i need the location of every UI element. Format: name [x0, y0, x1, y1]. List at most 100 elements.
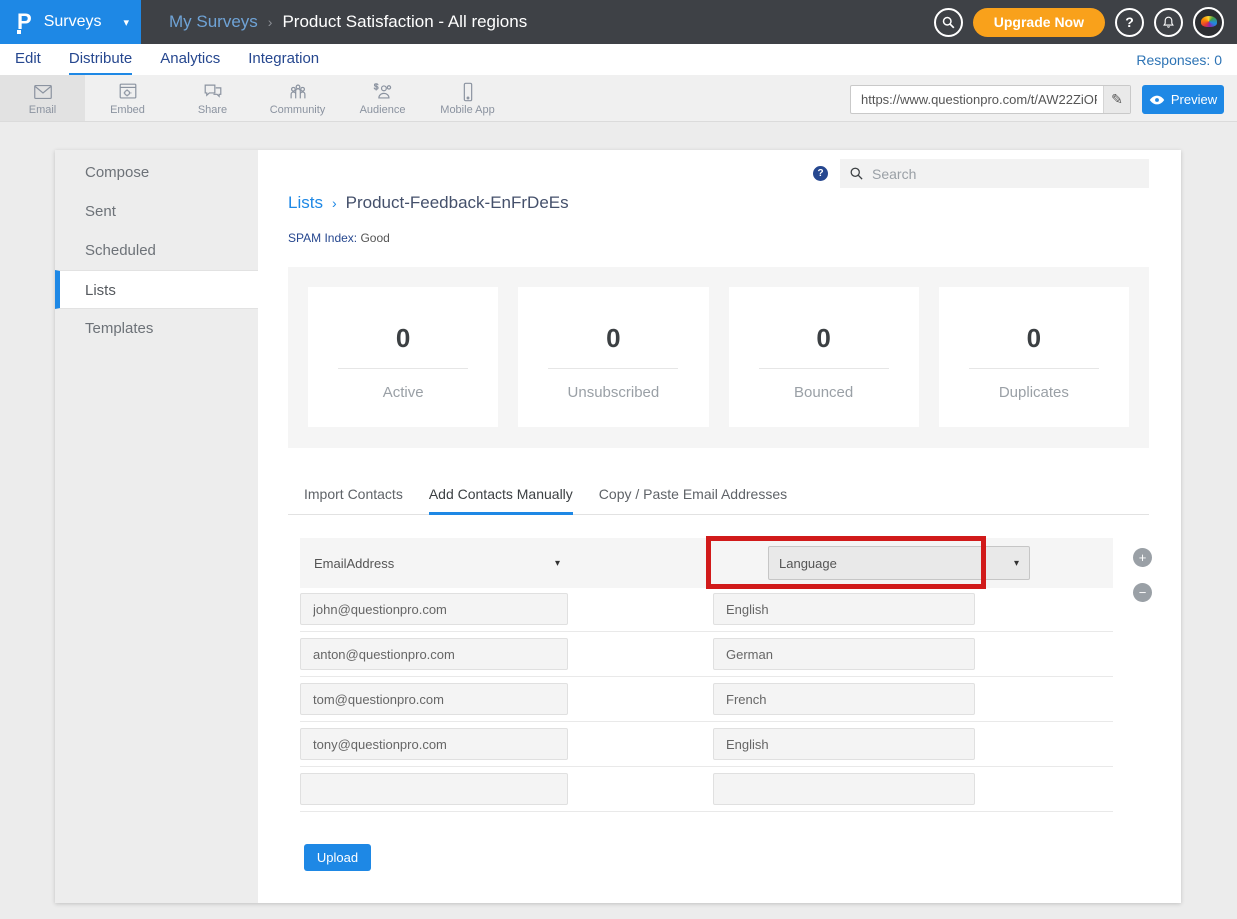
email-column-value: EmailAddress [314, 556, 394, 571]
email-input[interactable] [300, 683, 568, 715]
channel-label: Community [270, 104, 326, 116]
questionpro-app: P Surveys ▾ My Surveys › Product Satisfa… [0, 0, 1237, 919]
product-menu-label: Surveys [44, 13, 102, 31]
list-search [840, 159, 1149, 188]
email-input[interactable] [300, 593, 568, 625]
sidebar-item-compose[interactable]: Compose [55, 153, 258, 192]
chevron-down-icon: ▾ [555, 558, 560, 569]
divider [759, 368, 889, 369]
questionpro-logo-icon: P [17, 11, 32, 33]
spam-index-value: Good [357, 231, 390, 245]
bell-icon [1161, 15, 1176, 30]
embed-icon [116, 81, 140, 103]
stat-label: Unsubscribed [568, 384, 660, 401]
sidebar-item-templates[interactable]: Templates [55, 309, 258, 348]
tab-distribute[interactable]: Distribute [69, 44, 132, 75]
remove-row-button[interactable]: − [1133, 583, 1152, 602]
question-icon: ? [817, 168, 823, 179]
channel-label: Mobile App [440, 104, 494, 116]
stat-value: 0 [606, 323, 620, 354]
notifications-button[interactable] [1154, 8, 1183, 37]
tab-integration[interactable]: Integration [248, 44, 319, 75]
question-icon: ? [1125, 14, 1134, 30]
contact-row [300, 587, 1113, 632]
stat-value: 0 [816, 323, 830, 354]
channel-community[interactable]: Community [255, 75, 340, 121]
email-input[interactable] [300, 773, 568, 805]
channel-mobile-app[interactable]: Mobile App [425, 75, 510, 121]
chat-bubbles-icon [201, 81, 225, 103]
breadcrumb-lists-link[interactable]: Lists [288, 193, 323, 213]
preview-button[interactable]: Preview [1142, 85, 1224, 114]
survey-url-input[interactable] [851, 92, 1103, 107]
sidebar-item-scheduled[interactable]: Scheduled [55, 231, 258, 270]
eye-icon [1149, 94, 1165, 106]
edit-url-button[interactable]: ✎ [1103, 86, 1130, 113]
channel-share[interactable]: Share [170, 75, 255, 121]
search-icon [849, 166, 864, 181]
tab-analytics[interactable]: Analytics [160, 44, 220, 75]
chevron-right-icon: › [332, 195, 337, 211]
language-input[interactable] [713, 773, 975, 805]
tab-copy-paste-email-addresses[interactable]: Copy / Paste Email Addresses [599, 477, 787, 515]
spam-index: SPAM Index: Good [288, 231, 390, 245]
channel-label: Share [198, 104, 227, 116]
channel-embed[interactable]: Embed [85, 75, 170, 121]
divider [969, 368, 1099, 369]
language-input[interactable] [713, 728, 975, 760]
list-help-button[interactable]: ? [813, 166, 828, 181]
avatar-image [1201, 16, 1217, 27]
language-input[interactable] [713, 593, 975, 625]
mobile-phone-icon [456, 81, 480, 103]
channel-label: Embed [110, 104, 145, 116]
language-input[interactable] [713, 638, 975, 670]
svg-text:$: $ [373, 82, 378, 91]
tab-edit[interactable]: Edit [15, 44, 41, 75]
stat-card-unsubscribed: 0 Unsubscribed [518, 287, 708, 427]
sidebar-item-lists[interactable]: Lists [55, 270, 258, 309]
pencil-icon: ✎ [1111, 91, 1123, 108]
language-column-select[interactable]: Language ▾ [768, 546, 1030, 580]
breadcrumb-my-surveys[interactable]: My Surveys [169, 12, 258, 32]
divider [548, 368, 678, 369]
upload-button[interactable]: Upload [304, 844, 371, 871]
user-avatar[interactable] [1193, 7, 1224, 38]
stat-value: 0 [1027, 323, 1041, 354]
email-input[interactable] [300, 728, 568, 760]
survey-title: Product Satisfaction - All regions [282, 12, 527, 32]
stat-value: 0 [396, 323, 410, 354]
tab-add-contacts-manually[interactable]: Add Contacts Manually [429, 477, 573, 515]
stat-card-duplicates: 0 Duplicates [939, 287, 1129, 427]
channel-label: Audience [360, 104, 406, 116]
channel-audience[interactable]: $ Audience [340, 75, 425, 121]
chevron-down-icon: ▾ [1014, 558, 1019, 569]
sidebar-item-sent[interactable]: Sent [55, 192, 258, 231]
chevron-right-icon: › [268, 14, 273, 30]
contact-tabs: Import Contacts Add Contacts Manually Co… [288, 477, 1149, 515]
contact-row [300, 677, 1113, 722]
add-row-button[interactable]: + [1133, 548, 1152, 567]
language-input[interactable] [713, 683, 975, 715]
header-actions: Upgrade Now ? [934, 7, 1237, 38]
email-distribution-panel: Compose Sent Scheduled Lists Templates ?… [55, 150, 1181, 903]
contact-row [300, 632, 1113, 677]
email-input[interactable] [300, 638, 568, 670]
stat-label: Active [383, 384, 424, 401]
top-header: P Surveys ▾ My Surveys › Product Satisfa… [0, 0, 1237, 44]
divider [338, 368, 468, 369]
list-name: Product-Feedback-EnFrDeEs [346, 193, 569, 213]
chevron-down-icon: ▾ [123, 16, 129, 29]
global-search-button[interactable] [934, 8, 963, 37]
responses-count[interactable]: Responses: 0 [1136, 44, 1222, 75]
contact-row [300, 767, 1113, 812]
upgrade-now-button[interactable]: Upgrade Now [973, 8, 1105, 37]
survey-nav: Edit Distribute Analytics Integration Re… [0, 44, 1237, 75]
product-menu[interactable]: P Surveys ▾ [0, 0, 141, 44]
tab-import-contacts[interactable]: Import Contacts [304, 477, 403, 515]
help-button[interactable]: ? [1115, 8, 1144, 37]
spam-index-label: SPAM Index: [288, 231, 357, 245]
channel-email[interactable]: Email [0, 75, 85, 121]
list-search-input[interactable] [872, 166, 1140, 182]
email-column-select[interactable]: EmailAddress ▾ [314, 538, 560, 588]
stat-label: Duplicates [999, 384, 1069, 401]
